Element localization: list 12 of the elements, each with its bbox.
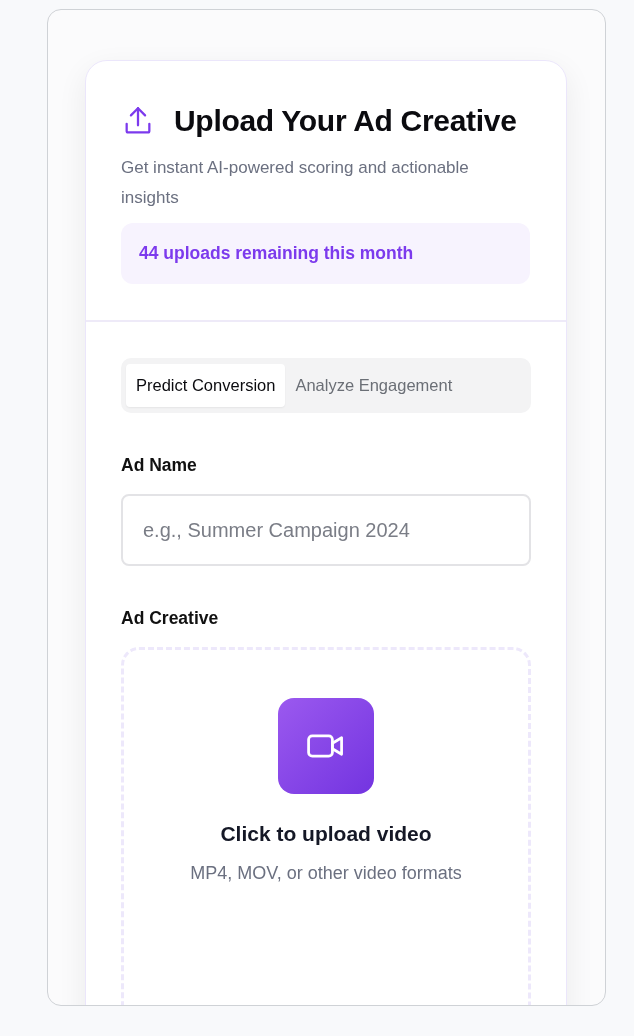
field-label: Ad Name — [121, 455, 198, 476]
video-camera-icon — [278, 698, 374, 794]
page-title: Upload Your Ad Creative — [174, 103, 517, 139]
ad-name-field[interactable]: e.g., Summer Campaign 2024 — [121, 494, 531, 566]
mode-tab[interactable]: Predict Conversion — [126, 364, 286, 407]
mode-tab[interactable]: Analyze Engagement — [285, 364, 463, 407]
field-label: Ad Creative — [121, 608, 220, 629]
quota-banner: 44 uploads remaining this month — [121, 223, 530, 284]
upload-prompt: Click to upload video — [220, 822, 432, 846]
subtitle: Get instant AI-powered scoring and actionable insights — [121, 157, 470, 209]
upload-dropzone[interactable]: Click to upload video MP4, MOV, or other video formats — [121, 647, 531, 1005]
upload-hint: MP4, MOV, or other video formats — [189, 862, 463, 885]
